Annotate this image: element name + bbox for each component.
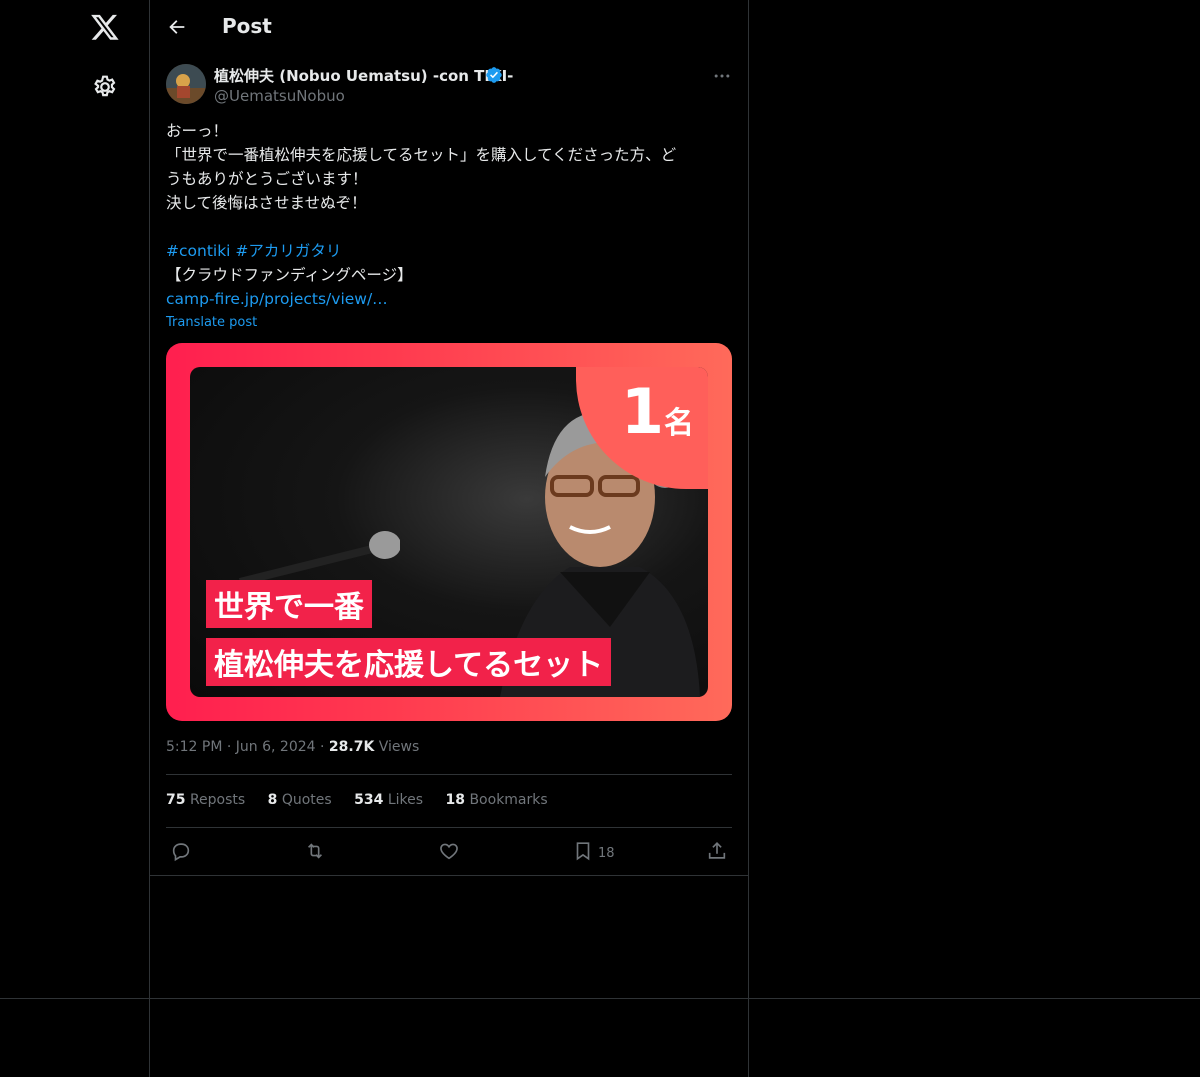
views-label: Views bbox=[378, 739, 420, 755]
post-line: おーっ！ bbox=[166, 122, 229, 140]
likes-stat[interactable]: 534 Likes bbox=[354, 792, 423, 808]
separator-dot: · bbox=[226, 739, 236, 755]
post-line: うもありがとうございます！ bbox=[166, 170, 368, 188]
bookmark-count: 18 bbox=[598, 846, 615, 861]
badge-unit: 名 bbox=[664, 406, 694, 441]
reply-icon[interactable] bbox=[170, 840, 192, 862]
post-header: Post bbox=[150, 0, 748, 53]
post-date[interactable]: Jun 6, 2024 bbox=[236, 739, 316, 755]
translate-post-link[interactable]: Translate post bbox=[166, 315, 257, 330]
image-caption-line1: 世界で一番 bbox=[206, 580, 372, 628]
funding-link[interactable]: camp-fire.jp/projects/view/… bbox=[166, 287, 732, 311]
engagement-stats: 75 Reposts 8 Quotes 534 Likes 18 Bookmar… bbox=[166, 792, 566, 808]
post-bottom-border bbox=[150, 875, 748, 876]
divider bbox=[166, 774, 732, 775]
hashtags[interactable]: #contiki #アカリガタリ bbox=[166, 239, 732, 263]
bookmark-icon[interactable] bbox=[572, 840, 594, 862]
back-arrow-icon[interactable] bbox=[166, 16, 188, 38]
action-bar: 18 bbox=[150, 838, 748, 864]
author-handle[interactable]: @UematsuNobuo bbox=[214, 87, 345, 105]
verified-badge-icon bbox=[486, 67, 502, 83]
image-caption-line2: 植松伸夫を応援してるセット bbox=[206, 638, 612, 686]
reposts-stat[interactable]: 75 Reposts bbox=[166, 792, 245, 808]
post-image[interactable]: 1名 世界で一番 植松伸夫を応援してるセット bbox=[166, 343, 732, 721]
bottom-divider bbox=[0, 998, 1200, 999]
left-rail bbox=[0, 0, 150, 1077]
divider bbox=[166, 827, 732, 828]
post-time[interactable]: 5:12 PM bbox=[166, 739, 222, 755]
separator-dot: · bbox=[320, 739, 329, 755]
x-logo-icon[interactable] bbox=[90, 12, 120, 42]
post-text: おーっ！ 「世界で一番植松伸夫を応援してるセット」を購入してくださった方、ど う… bbox=[166, 119, 732, 311]
post-meta: 5:12 PM · Jun 6, 2024 · 28.7K Views bbox=[166, 739, 419, 755]
more-options-icon[interactable] bbox=[712, 66, 732, 86]
post-line: 「世界で一番植松伸夫を応援してるセット」を購入してくださった方、ど bbox=[166, 146, 677, 164]
bookmarks-stat[interactable]: 18 Bookmarks bbox=[446, 792, 548, 808]
post-detail-column: Post 植松伸夫 (Nobuo Uematsu) -con TIKI- @Ue… bbox=[150, 0, 749, 1077]
microphone-icon bbox=[239, 531, 400, 586]
author-name[interactable]: 植松伸夫 (Nobuo Uematsu) -con TIKI- bbox=[214, 65, 513, 86]
badge-number: 1 bbox=[620, 375, 664, 448]
post-line: 決して後悔はさせませぬぞ！ bbox=[166, 194, 367, 212]
gear-icon[interactable] bbox=[92, 74, 118, 100]
quotes-stat[interactable]: 8 Quotes bbox=[268, 792, 332, 808]
views-count: 28.7K bbox=[328, 739, 375, 755]
repost-icon[interactable] bbox=[304, 840, 326, 862]
share-icon[interactable] bbox=[706, 840, 728, 862]
avatar[interactable] bbox=[166, 64, 206, 104]
like-heart-icon[interactable] bbox=[438, 840, 460, 862]
funding-label: 【クラウドファンディングページ】 bbox=[166, 266, 413, 284]
page-title: Post bbox=[222, 14, 272, 38]
